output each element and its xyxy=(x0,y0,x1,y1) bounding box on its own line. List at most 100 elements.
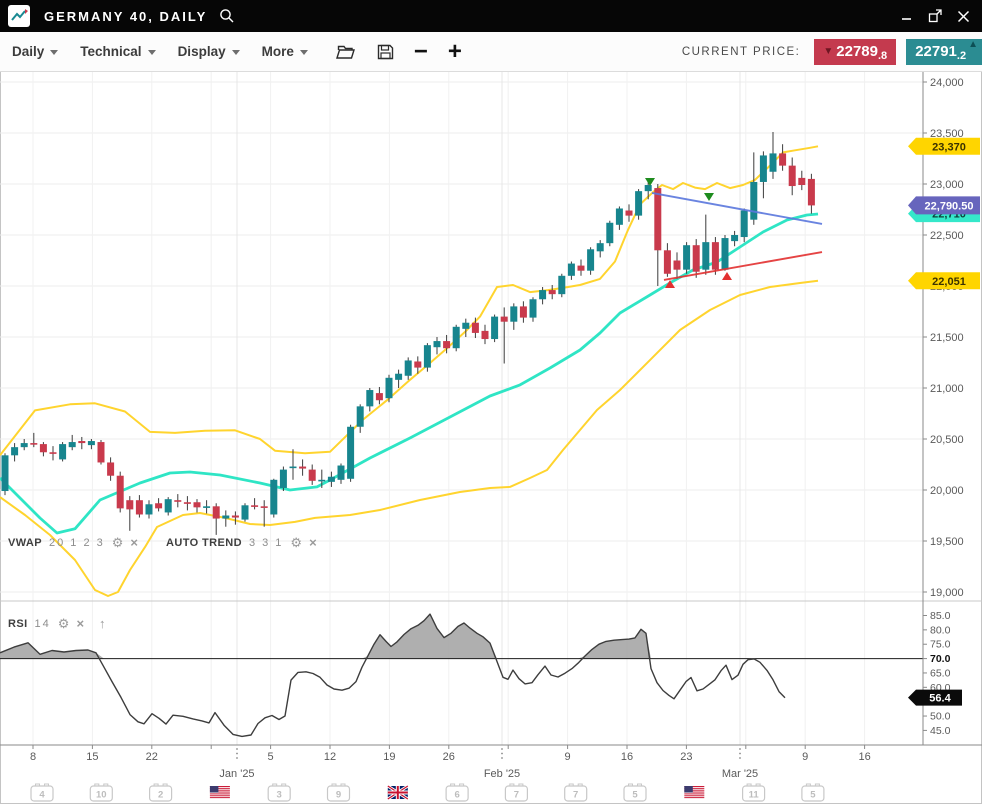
menu-more-label: More xyxy=(262,44,294,59)
ask-price-value: 22791 xyxy=(915,43,957,60)
save-icon[interactable] xyxy=(377,44,394,60)
minimize-button[interactable] xyxy=(896,5,918,27)
candle-body xyxy=(222,516,229,519)
candle-body xyxy=(770,153,777,171)
menu-display[interactable]: Display xyxy=(178,44,240,59)
chart-canvas[interactable]: 24,00023,50023,00022,50022,00021,50021,0… xyxy=(0,0,982,804)
search-icon[interactable] xyxy=(219,8,235,24)
zoom-out-button[interactable]: − xyxy=(414,42,428,62)
ask-price-decimal: .2 xyxy=(957,50,966,65)
candle-body xyxy=(203,506,210,508)
candle-body xyxy=(242,505,249,519)
rsi-axis-label: 50.0 xyxy=(930,711,951,723)
menu-technical[interactable]: Technical xyxy=(80,44,155,59)
autotrend-legend-params: 3 3 1 xyxy=(249,537,283,549)
uk-flag-icon[interactable] xyxy=(388,786,408,799)
bid-price-value: 22789 xyxy=(836,43,878,60)
calendar-event-count: 5 xyxy=(632,790,638,801)
candle-body xyxy=(395,374,402,380)
candle-body xyxy=(107,462,114,475)
month-label: Feb '25 xyxy=(484,768,520,780)
price-axis-label: 23,000 xyxy=(930,179,964,191)
calendar-event-count: 4 xyxy=(39,790,45,801)
candle-body xyxy=(78,441,85,443)
candle-body xyxy=(11,447,18,455)
candle-body xyxy=(386,378,393,398)
candle-body xyxy=(510,306,517,321)
month-label: Mar '25 xyxy=(722,768,758,780)
candle-body xyxy=(251,505,258,507)
candle-body xyxy=(376,393,383,400)
menu-more[interactable]: More xyxy=(262,44,308,59)
menu-technical-label: Technical xyxy=(80,44,141,59)
candle-body xyxy=(654,188,661,250)
candle-body xyxy=(434,341,441,347)
rsi-settings-gear-icon[interactable]: ⚙ xyxy=(58,617,70,630)
candle-body xyxy=(40,444,47,452)
candle-body xyxy=(683,245,690,269)
candle-body xyxy=(645,185,652,191)
candle-body xyxy=(664,250,671,273)
candle-body xyxy=(443,341,450,348)
vwap-remove-icon[interactable]: × xyxy=(130,536,138,549)
zoom-in-button[interactable]: + xyxy=(448,42,462,62)
price-axis-label: 19,000 xyxy=(930,587,964,599)
time-axis-label: 26 xyxy=(443,751,455,763)
close-button[interactable] xyxy=(952,5,974,27)
open-file-icon[interactable] xyxy=(336,44,355,60)
us-flag-icon[interactable] xyxy=(210,786,230,799)
calendar-event-count: 6 xyxy=(454,790,459,801)
candle-body xyxy=(712,242,719,270)
app-logo-icon xyxy=(8,5,30,27)
vwap-legend: VWAP 20 1 2 3 ⚙ × AUTO TREND 3 3 1 ⚙ × xyxy=(8,536,317,549)
candle-body xyxy=(674,261,681,270)
window-title: GERMANY 40, DAILY xyxy=(44,9,207,24)
candle-body xyxy=(750,182,757,220)
month-separator-dot xyxy=(501,748,503,750)
rsi-expand-arrow-icon[interactable]: ↑ xyxy=(99,617,106,630)
trading-app-window: 24,00023,50023,00022,50022,00021,50021,0… xyxy=(0,0,982,804)
menu-timeframe-label: Daily xyxy=(12,44,44,59)
vwap-legend-params: 20 1 2 3 xyxy=(49,537,105,549)
candle-body xyxy=(578,266,585,271)
restore-button[interactable] xyxy=(924,5,946,27)
calendar-event-count: 7 xyxy=(514,790,519,801)
autotrend-remove-icon[interactable]: × xyxy=(309,536,317,549)
rsi-legend: RSI 14 ⚙ × ↑ xyxy=(8,617,106,630)
rsi-overbought-fill xyxy=(0,614,785,659)
rsi-axis-label: 85.0 xyxy=(930,610,951,622)
candle-body xyxy=(328,477,335,482)
candle-body xyxy=(626,211,633,216)
candle-body xyxy=(318,480,325,482)
candle-body xyxy=(146,504,153,514)
candle-body xyxy=(117,476,124,509)
autotrend-settings-gear-icon[interactable]: ⚙ xyxy=(290,536,302,549)
rsi-remove-icon[interactable]: × xyxy=(76,617,84,630)
vwap-legend-name: VWAP xyxy=(8,537,42,549)
sell-signal-arrow-icon xyxy=(704,193,714,201)
ask-price-badge: 22791 .2 ▲ xyxy=(906,39,982,65)
candle-body xyxy=(453,327,460,348)
time-axis-label: 16 xyxy=(858,751,870,763)
candle-body xyxy=(213,506,220,518)
us-flag-icon[interactable] xyxy=(684,786,704,799)
time-axis-label: 22 xyxy=(146,751,158,763)
calendar-event-count: 3 xyxy=(277,790,282,801)
candle-body xyxy=(290,467,297,469)
candle-body xyxy=(424,345,431,367)
candle-body xyxy=(597,243,604,251)
month-separator-dot xyxy=(501,757,503,759)
candle-body xyxy=(174,500,181,502)
vwap-settings-gear-icon[interactable]: ⚙ xyxy=(112,536,124,549)
month-separator-dot xyxy=(739,748,741,750)
candle-body xyxy=(779,153,786,165)
time-axis-label: 16 xyxy=(621,751,633,763)
candle-body xyxy=(2,455,9,491)
candle-body xyxy=(482,331,489,339)
calendar-event-count: 7 xyxy=(573,790,578,801)
month-separator-dot xyxy=(236,753,238,755)
candle-body xyxy=(414,361,421,367)
candle-body xyxy=(347,427,354,479)
candle-body xyxy=(693,245,700,272)
menu-timeframe[interactable]: Daily xyxy=(12,44,58,59)
